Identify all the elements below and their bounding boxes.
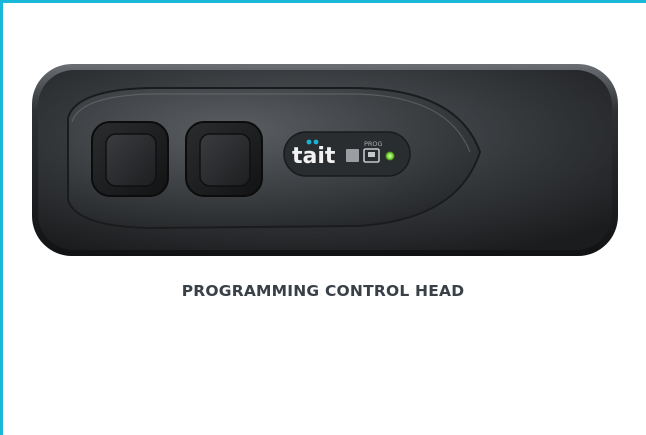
prog-label: PROG — [364, 140, 383, 148]
frame-left-border — [0, 0, 3, 435]
left-button-icon — [91, 121, 169, 197]
frame-top-border — [0, 0, 646, 3]
device-illustration: tait PROG — [32, 64, 618, 256]
brand-logo: tait — [292, 144, 336, 169]
status-led-icon — [385, 151, 395, 161]
gray-indicator-icon — [346, 149, 359, 162]
right-button-icon — [185, 121, 263, 197]
programming-control-head-device: tait PROG — [28, 60, 622, 260]
caption-title: PROGRAMMING CONTROL HEAD — [0, 282, 646, 300]
caption-text: PROGRAMMING CONTROL HEAD — [181, 282, 465, 300]
brand-dot-right — [313, 139, 319, 145]
brand-dot-left — [306, 139, 312, 145]
